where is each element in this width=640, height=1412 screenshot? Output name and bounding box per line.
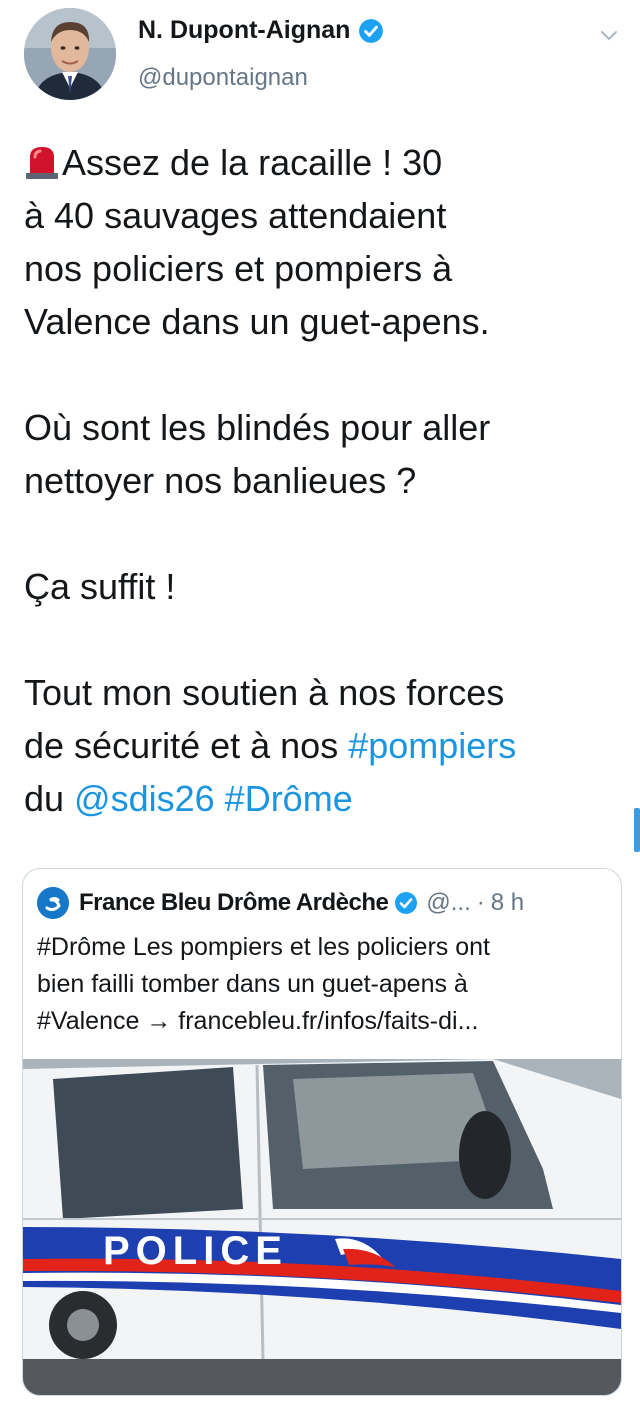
police-van-image[interactable]: POLICE (23, 1059, 621, 1395)
quoted-author-handle[interactable]: @... (426, 889, 470, 917)
quoted-author-name[interactable]: France Bleu Drôme Ardèche (79, 889, 389, 917)
tweet-line: à 40 sauvages attendaient (24, 195, 447, 236)
tweet-line-text: Assez de la racaille ! 30 (62, 142, 443, 183)
author-avatar[interactable] (24, 8, 116, 100)
quoted-tweet-body: #Drôme Les pompiers et les policiers ont… (37, 929, 607, 1040)
tweet-line-text: du (24, 778, 75, 819)
tweet-line: nos policiers et pompiers à (24, 248, 453, 289)
author-name[interactable]: N. Dupont-Aignan (138, 16, 350, 45)
tweet-line: Assez de la racaille ! 30 (24, 136, 628, 189)
police-label: POLICE (103, 1229, 288, 1273)
hashtag-drome-link[interactable]: #Drôme (225, 778, 353, 819)
hashtag-pompiers-link[interactable]: #pompiers (348, 725, 516, 766)
quoted-tweet-time[interactable]: 8 h (491, 889, 524, 917)
quoted-tweet-line: bien failli tomber dans un guet-apens à (37, 970, 468, 998)
verified-badge-icon (359, 18, 384, 43)
tweet-line: Où sont les blindés pour aller (24, 407, 491, 448)
police-siren-emoji (26, 147, 58, 179)
author-display-name[interactable]: N. Dupont-Aignan (138, 16, 384, 45)
tweet-line: Ça suffit ! (24, 566, 176, 607)
tweet-body: Assez de la racaille ! 30 à 40 sauvages … (24, 136, 628, 825)
tweet-line: Valence dans un guet-apens. (24, 301, 490, 342)
scrollbar-thumb[interactable] (634, 808, 640, 852)
chevron-down-icon[interactable] (598, 24, 620, 46)
quoted-tweet-card[interactable]: France Bleu Drôme Ardèche @... · 8 h #Dr… (22, 868, 622, 1396)
tweet-line: nettoyer nos banlieues ? (24, 460, 417, 501)
quoted-author-avatar[interactable] (37, 887, 69, 919)
tweet-line-text: de sécurité et à nos (24, 725, 349, 766)
mention-sdis26-link[interactable]: @sdis26 (74, 778, 215, 819)
meta-separator: · (476, 889, 485, 916)
tweet-line: Tout mon soutien à nos forces (24, 672, 505, 713)
tweet-line: du @sdis26 #Drôme (24, 772, 628, 825)
quoted-tweet-line: #Valence → francebleu.fr/infos/faits-di.… (37, 1007, 479, 1035)
author-handle[interactable]: @dupontaignan (138, 64, 308, 92)
quoted-tweet-line: #Drôme Les pompiers et les policiers ont (37, 933, 490, 961)
quoted-tweet-header: France Bleu Drôme Ardèche @... · 8 h (37, 887, 607, 919)
verified-badge-icon (395, 892, 418, 914)
tweet-line: de sécurité et à nos #pompiers (24, 719, 628, 772)
